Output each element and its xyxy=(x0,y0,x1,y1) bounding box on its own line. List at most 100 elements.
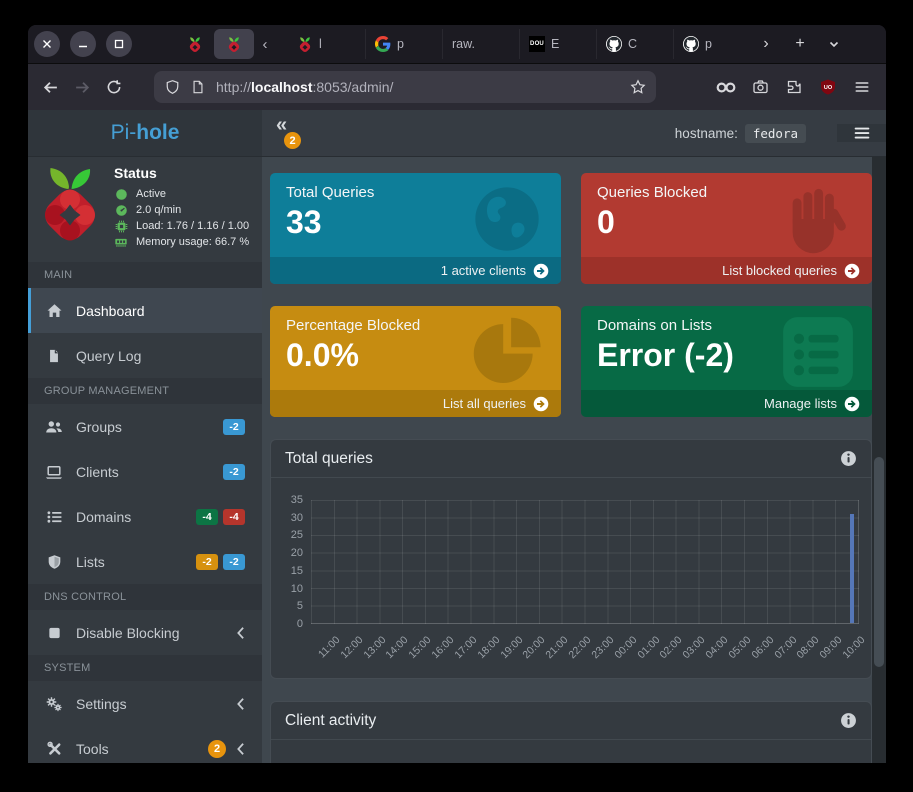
brand-pi: Pi- xyxy=(111,121,137,145)
shield-icon xyxy=(45,554,63,570)
tab-title: raw. xyxy=(452,37,475,51)
card-footer-link[interactable]: Manage lists xyxy=(581,390,872,417)
bar-slot xyxy=(607,500,630,623)
app-menu-button[interactable] xyxy=(850,75,874,99)
screen: ‹ lpraw.DOUECp › + http://localhost:8053… xyxy=(0,0,913,792)
minimize-button[interactable] xyxy=(70,31,96,57)
shield-permissions-icon[interactable] xyxy=(164,79,180,95)
menu-section-header: MAIN xyxy=(28,262,262,288)
sidebar-item-domains[interactable]: Domains-4-4 xyxy=(28,494,262,539)
tab[interactable]: raw. xyxy=(442,29,519,59)
svg-text:UO: UO xyxy=(824,85,833,91)
url-text[interactable]: http://localhost:8053/admin/ xyxy=(216,79,630,95)
back-button[interactable] xyxy=(38,75,62,99)
card-footer-link[interactable]: List blocked queries xyxy=(581,257,872,284)
toolbar-extensions: UO xyxy=(714,75,874,99)
y-tick-label: 15 xyxy=(291,565,303,577)
update-badge: 2 xyxy=(284,132,301,149)
sidebar-item-groups[interactable]: Groups-2 xyxy=(28,404,262,449)
pinned-tab[interactable] xyxy=(184,36,206,52)
bar-slot xyxy=(357,500,380,623)
total-queries-chart[interactable]: 35302520151050 11:0012:0013:0014:0015:00… xyxy=(271,478,871,678)
chevron-left-icon xyxy=(236,626,245,640)
panel-header: Client activity xyxy=(271,702,871,740)
header-right: hostname:fedora xyxy=(675,110,886,156)
new-tab-button[interactable]: + xyxy=(788,32,812,56)
hamburger-icon xyxy=(853,124,871,142)
status-item: Load: 1.76 / 1.16 / 1.00 xyxy=(114,218,249,234)
caret-down-icon xyxy=(828,38,840,50)
bar-slot xyxy=(813,500,836,623)
summary-card-domains-on-lists: Domains on ListsError (-2)Manage lists xyxy=(581,306,872,417)
tab[interactable]: l xyxy=(288,29,365,59)
pihole-app: Pi-hole « 2 hostname:fedora xyxy=(28,110,886,763)
status-text: Active xyxy=(136,188,166,200)
bar-slot xyxy=(311,500,334,623)
main-content: Total Queries331 active clientsQueries B… xyxy=(262,157,886,763)
logo-block: Status Active2.0 q/minLoad: 1.76 / 1.16 … xyxy=(28,157,262,262)
status-item: 2.0 q/min xyxy=(114,202,249,218)
tab[interactable]: DOUE xyxy=(519,29,596,59)
card-footer-link[interactable]: 1 active clients xyxy=(270,257,561,284)
tab[interactable]: p xyxy=(673,29,750,59)
bookmark-star-icon[interactable] xyxy=(630,79,646,95)
page-info-icon[interactable] xyxy=(190,79,206,95)
sidebar-item-lists[interactable]: Lists-2-2 xyxy=(28,539,262,584)
bar-slot xyxy=(493,500,516,623)
sidebar-item-tools[interactable]: Tools2 xyxy=(28,726,262,763)
tools-icon xyxy=(45,741,63,757)
info-icon[interactable] xyxy=(840,712,857,729)
sidebar-item-label: Disable Blocking xyxy=(76,625,180,641)
page-scrollbar[interactable] xyxy=(872,157,886,763)
forward-button[interactable] xyxy=(70,75,94,99)
extensions-icon[interactable] xyxy=(782,75,806,99)
card-footer-link[interactable]: List all queries xyxy=(270,390,561,417)
sidebar-item-query-log[interactable]: Query Log xyxy=(28,333,262,378)
scroll-tabs-right-button[interactable]: › xyxy=(754,32,778,56)
hostname-value: fedora xyxy=(745,124,806,143)
bar-slot xyxy=(721,500,744,623)
list-tabs-button[interactable] xyxy=(822,32,846,56)
summary-card-total-queries: Total Queries331 active clients xyxy=(270,173,561,284)
sidebar-item-disable-blocking[interactable]: Disable Blocking xyxy=(28,610,262,655)
info-icon[interactable] xyxy=(840,450,857,467)
chart-bars xyxy=(311,500,858,623)
bar-slot xyxy=(448,500,471,623)
ublock-icon[interactable]: UO xyxy=(816,75,840,99)
pihole-menu-button[interactable] xyxy=(837,124,886,142)
list-ul-icon xyxy=(45,509,63,525)
scrollbar-thumb[interactable] xyxy=(874,457,884,667)
y-tick-label: 30 xyxy=(291,512,303,524)
maximize-button[interactable] xyxy=(106,31,132,57)
status-badge: -4 xyxy=(223,509,245,525)
bar-slot xyxy=(585,500,608,623)
status-item: Active xyxy=(114,186,249,202)
bar-slot xyxy=(379,500,402,623)
status-badge: -2 xyxy=(223,419,245,435)
cpu-icon xyxy=(114,219,128,233)
card-footer-label: Manage lists xyxy=(764,396,837,411)
pihole-favicon xyxy=(226,36,242,52)
sidebar-item-clients[interactable]: Clients-2 xyxy=(28,449,262,494)
y-tick-label: 20 xyxy=(291,547,303,559)
url-bar[interactable]: http://localhost:8053/admin/ xyxy=(154,71,656,103)
sidebar-collapse[interactable]: « 2 xyxy=(276,115,306,151)
reload-icon xyxy=(106,79,122,95)
sidebar-item-settings[interactable]: Settings xyxy=(28,681,262,726)
containers-icon[interactable] xyxy=(714,75,738,99)
sidebar-item-label: Dashboard xyxy=(76,303,145,319)
scroll-tabs-left-button[interactable]: ‹ xyxy=(254,29,276,59)
sidebar-item-label: Clients xyxy=(76,464,119,480)
active-tab[interactable] xyxy=(214,29,254,59)
reload-button[interactable] xyxy=(102,75,126,99)
tab[interactable]: p xyxy=(365,29,442,59)
close-button[interactable] xyxy=(34,31,60,57)
cards-row-2: Percentage Blocked0.0%List all queriesDo… xyxy=(270,306,872,417)
tab[interactable]: C xyxy=(596,29,673,59)
client-activity-panel: Client activity xyxy=(270,701,872,763)
pihole-brand[interactable]: Pi-hole xyxy=(28,110,262,156)
globe-icon xyxy=(465,181,549,257)
screenshot-icon[interactable] xyxy=(748,75,772,99)
pihole-favicon xyxy=(297,36,313,52)
sidebar-item-dashboard[interactable]: Dashboard xyxy=(28,288,262,333)
